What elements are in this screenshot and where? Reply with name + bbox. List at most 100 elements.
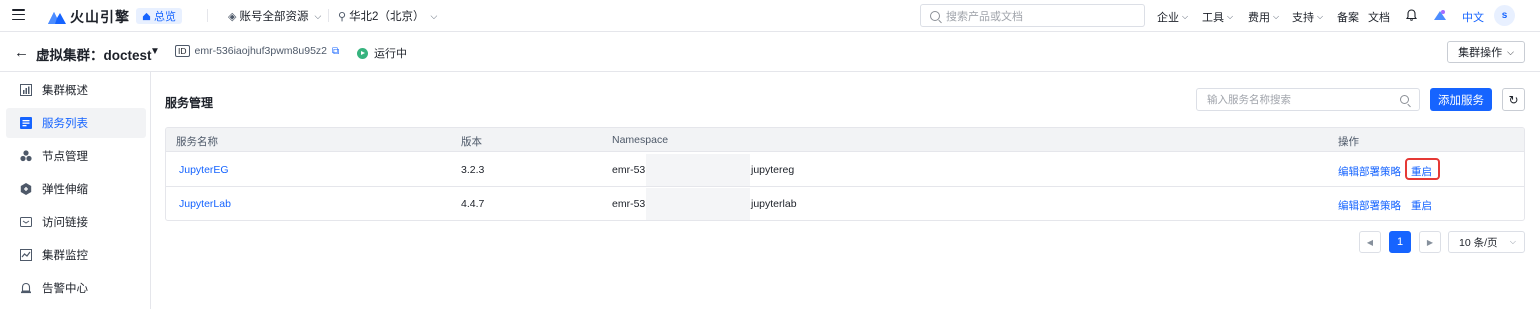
nav-filing[interactable]: 备案 — [1337, 9, 1359, 25]
edit-deploy-policy-link[interactable]: 编辑部署策略 — [1338, 198, 1401, 213]
sidebar-item-overview[interactable]: 集群概述 — [6, 75, 146, 105]
bell-icon[interactable] — [1406, 9, 1417, 21]
search-placeholder: 搜索产品或文档 — [946, 10, 1023, 23]
service-name-link[interactable]: JupyterLab — [179, 198, 231, 210]
nav-tools[interactable]: 工具 ⌵ — [1202, 9, 1233, 25]
nav-support-label: 支持 — [1292, 12, 1314, 24]
namespace-suffix: jupyterlab — [751, 198, 797, 210]
service-version: 3.2.3 — [461, 164, 485, 176]
restart-link[interactable]: 重启 — [1411, 164, 1432, 179]
cluster-id: ID emr-536iaojhuf3pwm8u95z2 ⧉ — [175, 45, 339, 57]
region-dropdown[interactable]: ⚲ 华北2（北京） ⌵ — [338, 8, 437, 24]
nav-support[interactable]: 支持 ⌵ — [1292, 9, 1323, 25]
service-search-input[interactable]: 输入服务名称搜索 — [1196, 88, 1420, 111]
brand-logo[interactable]: 火山引擎 — [48, 7, 130, 27]
running-icon — [357, 47, 368, 59]
page-size-select[interactable]: 10 条/页 ⌵ — [1448, 231, 1525, 253]
global-search-input[interactable]: 搜索产品或文档 — [920, 4, 1145, 27]
top-nav-bar: 火山引擎 总览 ◈ 账号全部资源 ⌵ ⚲ 华北2（北京） ⌵ 搜索产品或文档 企… — [0, 0, 1540, 32]
copy-icon[interactable]: ⧉ — [332, 46, 339, 57]
scale-icon — [20, 183, 32, 195]
service-name-link[interactable]: JupyterEG — [179, 164, 229, 176]
sidebar-item-monitoring[interactable]: 集群监控 — [6, 240, 146, 270]
table-header: 服务名称 版本 Namespace 操作 — [166, 128, 1524, 152]
namespace-prefix: emr-53 — [612, 164, 646, 176]
sidebar-item-label: 服务列表 — [42, 118, 88, 130]
sidebar-item-label: 集群监控 — [42, 250, 88, 262]
service-search-placeholder: 输入服务名称搜索 — [1207, 94, 1291, 106]
link-icon — [20, 216, 32, 228]
avatar[interactable]: s — [1494, 5, 1515, 26]
region-label: 华北2（北京） — [349, 11, 425, 23]
sidebar: 集群概述 服务列表 节点管理 弹性伸缩 访问链接 集群监控 告警中心 — [0, 72, 151, 309]
page-size-label: 10 条/页 — [1459, 236, 1498, 249]
overview-label: 总览 — [154, 11, 176, 23]
nav-filing-label: 备案 — [1337, 12, 1359, 24]
refresh-icon[interactable]: ↻ — [1502, 88, 1525, 111]
nav-docs-label: 文档 — [1368, 12, 1390, 24]
chevron-down-icon: ⌵ — [430, 10, 438, 21]
nodes-icon — [20, 150, 32, 162]
search-icon — [930, 10, 940, 21]
cluster-title: 虚拟集群：doctest — [36, 48, 152, 63]
column-header-actions: 操作 — [1338, 136, 1359, 148]
status-badge: 运行中 — [357, 45, 407, 61]
cluster-operations-button[interactable]: 集群操作 ⌵ — [1447, 41, 1525, 63]
alarm-icon — [20, 282, 32, 294]
sidebar-item-label: 告警中心 — [42, 283, 88, 295]
next-page-button[interactable]: ▶ — [1419, 231, 1441, 253]
sidebar-item-label: 访问链接 — [42, 217, 88, 229]
nav-billing[interactable]: 费用 ⌵ — [1248, 9, 1279, 25]
sidebar-item-autoscaling[interactable]: 弹性伸缩 — [6, 174, 146, 204]
assistant-icon[interactable] — [1433, 8, 1447, 22]
sidebar-item-label: 节点管理 — [42, 151, 88, 163]
namespace-suffix: jupytereg — [751, 164, 795, 176]
cluster-header: ← 虚拟集群：doctest ▼ ID emr-536iaojhuf3pwm8u… — [0, 32, 1540, 72]
sidebar-item-alerts[interactable]: 告警中心 — [6, 273, 146, 303]
nav-enterprise[interactable]: 企业 ⌵ — [1157, 9, 1188, 25]
chevron-left-icon: ◀ — [1366, 237, 1374, 247]
resource-scope-dropdown[interactable]: ◈ 账号全部资源 ⌵ — [228, 8, 321, 24]
home-icon — [142, 12, 151, 20]
nav-tools-label: 工具 — [1202, 12, 1224, 24]
nav-docs[interactable]: 文档 — [1368, 9, 1390, 25]
redaction-mask — [646, 154, 750, 186]
services-table: 服务名称 版本 Namespace 操作 JupyterEG 3.2.3 emr… — [165, 127, 1525, 221]
divider — [207, 9, 208, 22]
back-arrow-icon[interactable]: ← — [14, 44, 29, 61]
list-icon — [20, 117, 32, 129]
edit-deploy-policy-link[interactable]: 编辑部署策略 — [1338, 164, 1401, 179]
chevron-down-icon: ⌵ — [1509, 237, 1516, 246]
caret-down-icon[interactable]: ▼ — [150, 46, 160, 57]
monitor-icon — [20, 249, 32, 261]
prev-page-button[interactable]: ◀ — [1359, 231, 1381, 253]
chevron-right-icon: ▶ — [1426, 237, 1434, 247]
search-icon — [1400, 95, 1409, 104]
menu-icon[interactable] — [12, 9, 25, 20]
namespace-prefix: emr-53 — [612, 198, 646, 210]
language-switch[interactable]: 中文 — [1462, 9, 1484, 25]
chevron-down-icon: ⌵ — [314, 10, 322, 21]
sidebar-item-nodes[interactable]: 节点管理 — [6, 141, 146, 171]
sidebar-item-services[interactable]: 服务列表 — [6, 108, 146, 138]
chevron-down-icon: ⌵ — [1317, 12, 1324, 21]
cluster-id-value: emr-536iaojhuf3pwm8u95z2 — [194, 45, 328, 57]
brand-name: 火山引擎 — [70, 9, 130, 25]
cluster-operations-label: 集群操作 — [1458, 47, 1503, 59]
page-number-button[interactable]: 1 — [1389, 231, 1411, 253]
service-version: 4.4.7 — [461, 198, 485, 210]
column-header-namespace: Namespace — [612, 134, 669, 146]
layers-icon: ◈ — [228, 10, 237, 23]
page-title: 服务管理 — [165, 96, 214, 110]
sidebar-item-access-links[interactable]: 访问链接 — [6, 207, 146, 237]
chevron-down-icon: ⌵ — [1227, 12, 1234, 21]
overview-button[interactable]: 总览 — [136, 8, 182, 24]
column-header-version: 版本 — [461, 136, 482, 148]
restart-link[interactable]: 重启 — [1411, 198, 1432, 213]
chart-icon — [20, 84, 32, 96]
id-badge: ID — [175, 45, 190, 57]
table-row: JupyterEG 3.2.3 emr-53 jupytereg 编辑部署策略 … — [166, 153, 1524, 187]
redaction-mask — [646, 188, 750, 220]
volcano-logo-icon — [48, 10, 66, 24]
add-service-button[interactable]: 添加服务 — [1430, 88, 1492, 111]
